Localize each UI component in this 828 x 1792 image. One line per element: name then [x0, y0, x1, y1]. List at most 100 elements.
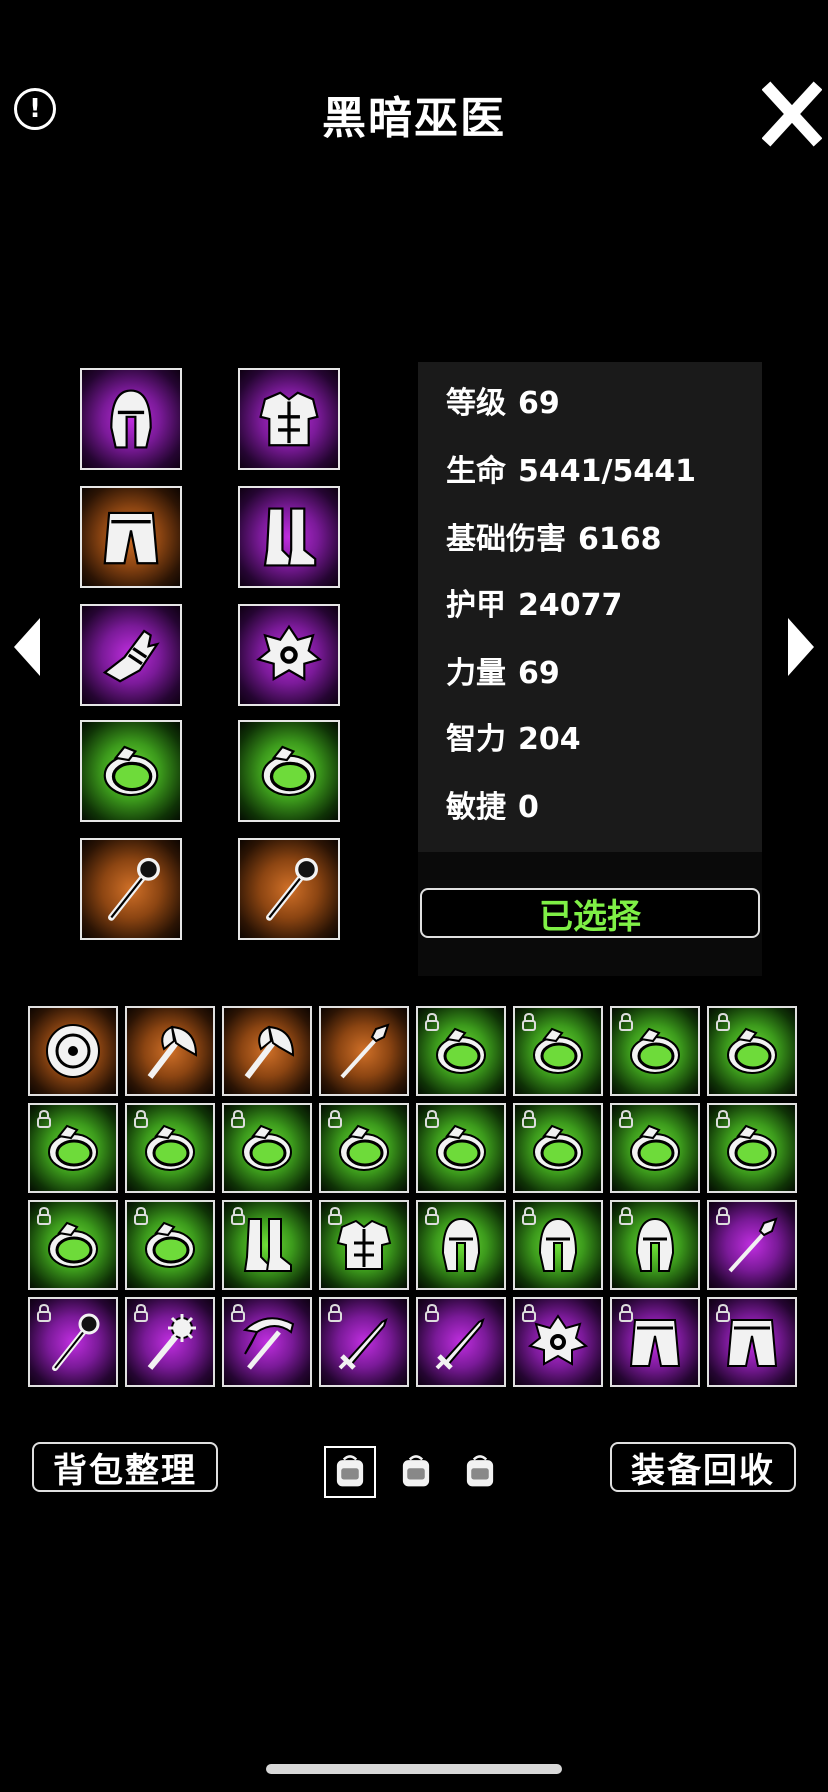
close-icon — [761, 81, 823, 147]
inventory-slot[interactable] — [513, 1103, 603, 1193]
equip-slot-boots[interactable] — [238, 486, 340, 588]
equip-slot-ring-1[interactable] — [80, 720, 182, 822]
lock-icon — [619, 1304, 633, 1322]
arrow-left-icon — [14, 618, 40, 676]
inventory-slot[interactable] — [222, 1200, 312, 1290]
equip-slot-gloves[interactable] — [80, 604, 182, 706]
arrow-right-icon — [788, 618, 814, 676]
sort-bag-button[interactable]: 背包整理 — [32, 1442, 218, 1492]
staff-icon — [108, 857, 160, 921]
inventory-slot[interactable] — [28, 1200, 118, 1290]
backpack-icon — [465, 1455, 495, 1488]
amulet-icon — [256, 624, 322, 681]
backpack-icon — [335, 1455, 365, 1488]
lock-icon — [716, 1013, 730, 1031]
inventory-slot[interactable] — [125, 1297, 215, 1387]
inventory-slot[interactable] — [707, 1006, 797, 1096]
stat-strength: 力量 69 — [446, 656, 560, 691]
lock-icon — [619, 1110, 633, 1128]
inventory-slot[interactable] — [125, 1103, 215, 1193]
inventory-slot[interactable] — [28, 1103, 118, 1193]
lock-icon — [134, 1304, 148, 1322]
inventory-slot[interactable] — [610, 1103, 700, 1193]
inventory-slot[interactable] — [319, 1200, 409, 1290]
lock-icon — [328, 1110, 342, 1128]
inventory-slot[interactable] — [125, 1006, 215, 1096]
pants-icon — [103, 511, 159, 565]
close-button[interactable] — [761, 80, 823, 148]
inventory-slot[interactable] — [28, 1006, 118, 1096]
lock-icon — [134, 1110, 148, 1128]
lock-icon — [425, 1013, 439, 1031]
equip-slot-pants[interactable] — [80, 486, 182, 588]
lock-icon — [716, 1304, 730, 1322]
bag-tab-3[interactable] — [454, 1446, 506, 1498]
inventory-slot[interactable] — [319, 1297, 409, 1387]
inventory-slot[interactable] — [222, 1006, 312, 1096]
prev-character-button[interactable] — [12, 616, 42, 678]
inventory-slot[interactable] — [319, 1006, 409, 1096]
lock-icon — [328, 1304, 342, 1322]
lock-icon — [37, 1207, 51, 1225]
inventory-slot[interactable] — [610, 1006, 700, 1096]
inventory-slot[interactable] — [707, 1103, 797, 1193]
page-title: 黑暗巫医 — [322, 93, 506, 144]
backpack-icon — [401, 1455, 431, 1488]
ring-icon — [261, 745, 317, 797]
inventory-slot[interactable] — [416, 1006, 506, 1096]
lock-icon — [37, 1304, 51, 1322]
stat-base-damage: 基础伤害 6168 — [446, 522, 662, 557]
next-character-button[interactable] — [786, 616, 816, 678]
bag-tab-1[interactable] — [324, 1446, 376, 1498]
lock-icon — [231, 1207, 245, 1225]
gauntlet-icon — [102, 629, 160, 683]
lock-icon — [619, 1013, 633, 1031]
shield-icon — [46, 1024, 100, 1078]
lock-icon — [231, 1304, 245, 1322]
lock-icon — [522, 1304, 536, 1322]
equip-slot-weapon-1[interactable] — [80, 838, 182, 940]
inventory-slot[interactable] — [416, 1200, 506, 1290]
inventory-slot[interactable] — [513, 1200, 603, 1290]
lock-icon — [425, 1207, 439, 1225]
inventory-slot[interactable] — [416, 1297, 506, 1387]
inventory-slot[interactable] — [319, 1103, 409, 1193]
lock-icon — [328, 1207, 342, 1225]
inventory-slot[interactable] — [610, 1297, 700, 1387]
recycle-equipment-button[interactable]: 装备回收 — [610, 1442, 796, 1492]
helmet-icon — [110, 389, 152, 449]
inventory-slot[interactable] — [222, 1103, 312, 1193]
inventory-slot[interactable] — [28, 1297, 118, 1387]
stat-intelligence: 智力 204 — [446, 722, 581, 757]
equip-slot-ring-2[interactable] — [238, 720, 340, 822]
inventory-slot[interactable] — [513, 1006, 603, 1096]
lock-icon — [37, 1110, 51, 1128]
staff-icon — [266, 857, 318, 921]
lock-icon — [425, 1110, 439, 1128]
stats-panel: 等级 69 生命 5441/5441 基础伤害 6168 护甲 24077 力量 69 智… — [418, 362, 762, 852]
lock-icon — [716, 1110, 730, 1128]
axe-icon — [244, 1025, 295, 1079]
inventory-slot[interactable] — [707, 1200, 797, 1290]
stat-armor: 护甲 24077 — [446, 588, 623, 623]
boots-icon — [263, 507, 317, 567]
lock-icon — [425, 1304, 439, 1322]
stat-hp: 生命 5441/5441 — [446, 454, 696, 489]
lock-icon — [716, 1207, 730, 1225]
equip-slot-amulet[interactable] — [238, 604, 340, 706]
inventory-slot[interactable] — [125, 1200, 215, 1290]
selected-button[interactable]: 已选择 — [420, 888, 760, 938]
inventory-slot[interactable] — [222, 1297, 312, 1387]
lock-icon — [522, 1110, 536, 1128]
inventory-slot[interactable] — [416, 1103, 506, 1193]
stat-level: 等级 69 — [446, 386, 560, 421]
equip-slot-armor[interactable] — [238, 368, 340, 470]
equip-slot-helmet[interactable] — [80, 368, 182, 470]
bag-tab-2[interactable] — [390, 1446, 442, 1498]
inventory-slot[interactable] — [610, 1200, 700, 1290]
stat-agility: 敏捷 0 — [446, 790, 539, 825]
inventory-slot[interactable] — [707, 1297, 797, 1387]
equip-slot-weapon-2[interactable] — [238, 838, 340, 940]
axe-icon — [147, 1025, 198, 1079]
inventory-slot[interactable] — [513, 1297, 603, 1387]
